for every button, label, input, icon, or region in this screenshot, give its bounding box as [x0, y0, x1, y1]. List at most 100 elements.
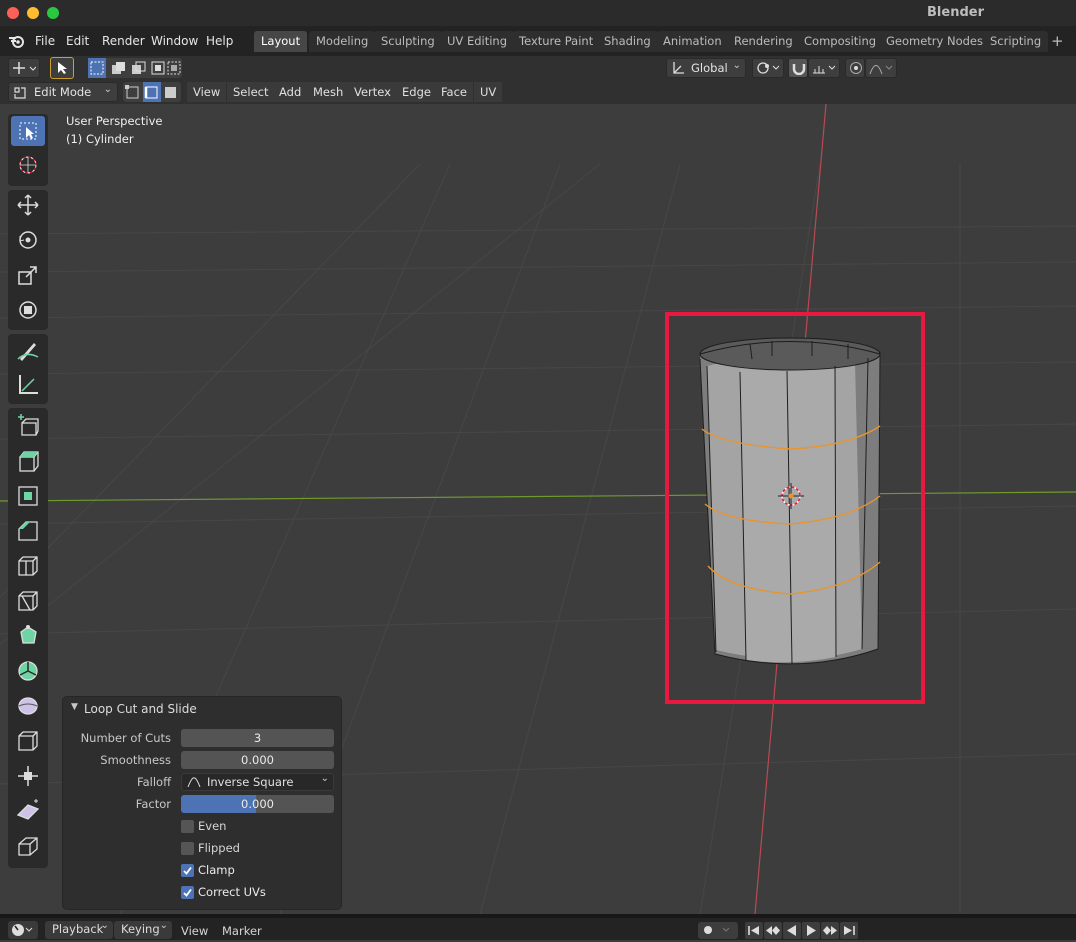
play-reverse-button[interactable] — [783, 922, 801, 939]
rip-icon — [18, 837, 38, 856]
edit-mode-icon — [14, 87, 26, 99]
menu-help[interactable]: Help — [206, 34, 233, 48]
select-tool-button[interactable] — [50, 57, 74, 79]
close-window-button[interactable] — [7, 7, 19, 19]
add-workspace-button[interactable]: + — [1044, 31, 1071, 52]
proportional-falloff-dropdown[interactable] — [865, 58, 897, 78]
tool-transform[interactable] — [11, 295, 45, 325]
clamp-checkbox[interactable] — [181, 864, 194, 877]
menu-vertex[interactable]: Vertex — [348, 82, 397, 102]
tab-texture-paint[interactable]: Texture Paint — [512, 31, 601, 52]
transform-pivot-dropdown[interactable] — [8, 58, 40, 78]
tool-inset[interactable] — [11, 481, 45, 511]
zoom-window-button[interactable] — [47, 7, 59, 19]
minimize-window-button[interactable] — [27, 7, 39, 19]
tab-scripting[interactable]: Scripting — [983, 31, 1049, 52]
tab-layout[interactable]: Layout — [254, 31, 308, 52]
tool-add-cube[interactable] — [11, 410, 45, 440]
smoothness-field[interactable]: 0.000 — [181, 751, 334, 769]
proportional-edit-toggle[interactable] — [845, 58, 865, 78]
tool-shear[interactable] — [11, 796, 45, 826]
menu-file[interactable]: File — [35, 34, 55, 48]
poly-build-icon — [20, 625, 37, 644]
menu-edit[interactable]: Edit — [66, 34, 89, 48]
select-mode-buttons — [123, 82, 181, 102]
tab-shading[interactable]: Shading — [597, 31, 658, 52]
auto-keying-toggle[interactable] — [698, 922, 738, 939]
tab-modeling[interactable]: Modeling — [309, 31, 376, 52]
tool-move[interactable] — [11, 190, 45, 220]
vertex-edge-face-icons[interactable] — [123, 82, 181, 102]
correct-uvs-checkbox[interactable] — [181, 886, 194, 899]
tool-poly-build[interactable] — [11, 621, 45, 651]
playback-label: Playback — [52, 922, 104, 936]
number-of-cuts-field[interactable]: 3 — [181, 729, 334, 747]
tool-rip[interactable] — [11, 831, 45, 861]
flipped-checkbox[interactable] — [181, 842, 194, 855]
clock-icon — [12, 924, 33, 936]
menu-add[interactable]: Add — [273, 82, 308, 102]
cylinder-mesh[interactable] — [699, 337, 881, 665]
tool-annotate[interactable] — [11, 336, 45, 366]
tool-bevel[interactable] — [11, 516, 45, 546]
menu-select[interactable]: Select — [227, 82, 275, 102]
collapse-triangle-icon[interactable]: ▼ — [71, 702, 78, 712]
tool-scale[interactable] — [11, 260, 45, 290]
record-icon — [704, 926, 730, 934]
snap-toggle[interactable] — [788, 58, 808, 78]
pivot-point-dropdown[interactable] — [752, 58, 784, 78]
orientation-dropdown[interactable]: Global ⌄ — [666, 58, 746, 78]
next-keyframe-button[interactable] — [821, 922, 839, 939]
tool-knife[interactable] — [11, 586, 45, 616]
tool-rotate[interactable] — [11, 225, 45, 255]
jump-start-button[interactable] — [745, 922, 763, 939]
play-button[interactable] — [802, 922, 820, 939]
tab-sculpting[interactable]: Sculpting — [374, 31, 442, 52]
menu-view[interactable]: View — [187, 82, 227, 102]
keying-menu[interactable]: Keying ⌄ — [114, 920, 172, 939]
menu-uv[interactable]: UV — [474, 82, 503, 102]
toolbar-transform-group — [8, 190, 48, 330]
menu-edge[interactable]: Edge — [396, 82, 437, 102]
jump-start-icon — [748, 926, 759, 935]
tab-rendering[interactable]: Rendering — [727, 31, 800, 52]
add-cube-icon — [18, 414, 39, 436]
tool-cursor[interactable] — [11, 150, 45, 180]
falloff-dropdown[interactable]: Inverse Square ⌄ — [181, 773, 334, 791]
factor-label: Factor — [135, 797, 171, 811]
tab-uv-editing[interactable]: UV Editing — [440, 31, 514, 52]
transform-icon — [19, 301, 37, 319]
tool-measure[interactable] — [11, 370, 45, 400]
tab-geometry-nodes[interactable]: Geometry Nodes — [879, 31, 991, 52]
panel-title[interactable]: Loop Cut and Slide — [84, 702, 197, 716]
menu-render[interactable]: Render — [102, 34, 145, 48]
blender-logo-icon[interactable] — [8, 33, 26, 49]
tool-shrink-fatten[interactable] — [11, 761, 45, 791]
editor-type-dropdown[interactable] — [8, 921, 38, 939]
tool-extrude[interactable] — [11, 446, 45, 476]
tab-animation[interactable]: Animation — [656, 31, 729, 52]
menu-mesh[interactable]: Mesh — [307, 82, 350, 102]
menu-face[interactable]: Face — [435, 82, 474, 102]
tool-loop-cut[interactable] — [11, 551, 45, 581]
playback-menu[interactable]: Playback ⌄ — [45, 920, 113, 939]
jump-end-button[interactable] — [840, 922, 858, 939]
tool-smooth[interactable] — [11, 691, 45, 721]
play-icon — [807, 925, 816, 936]
factor-slider[interactable]: 0.000 — [181, 795, 334, 813]
timeline-view-menu[interactable]: View — [181, 922, 208, 940]
tool-spin[interactable] — [11, 656, 45, 686]
tab-compositing[interactable]: Compositing — [797, 31, 884, 52]
tool-edge-slide[interactable] — [11, 726, 45, 756]
snap-increment-icon — [813, 65, 836, 74]
timeline-marker-menu[interactable]: Marker — [222, 922, 262, 940]
snap-target-dropdown[interactable] — [808, 58, 840, 78]
menu-window[interactable]: Window — [151, 34, 198, 48]
even-checkbox[interactable] — [181, 820, 194, 833]
selection-mode-icons[interactable] — [88, 58, 182, 78]
chevron-down-icon: ⌄ — [732, 60, 741, 71]
mode-dropdown[interactable]: Edit Mode ⌄ — [8, 82, 118, 102]
prev-keyframe-button[interactable] — [764, 922, 782, 939]
edge-slide-icon — [18, 731, 38, 751]
tool-select-box[interactable] — [11, 116, 45, 146]
